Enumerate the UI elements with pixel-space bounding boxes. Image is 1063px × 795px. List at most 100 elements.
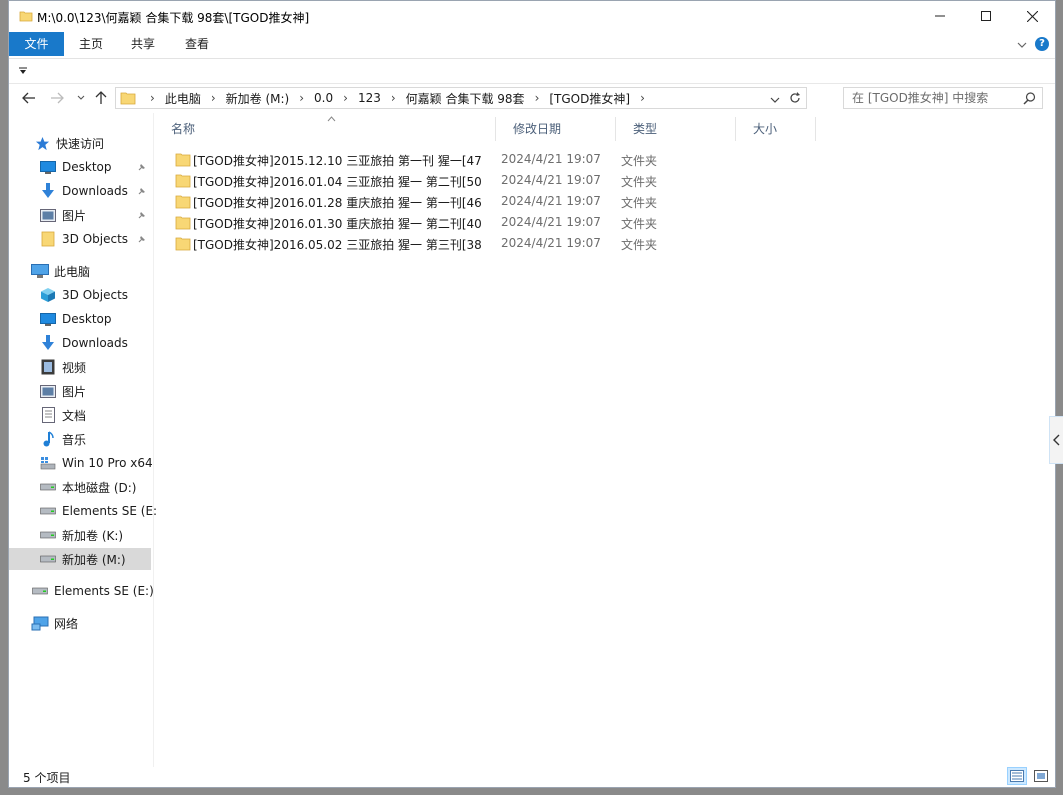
tab-file[interactable]: 文件 (9, 32, 64, 56)
chevron-right-icon[interactable]: › (211, 91, 216, 105)
nav-pc-drive-k[interactable]: 新加卷 (K:) (39, 524, 123, 546)
column-header-type[interactable]: 类型 (616, 117, 736, 141)
refresh-icon[interactable] (788, 91, 802, 108)
file-name[interactable]: [TGOD推女神]2015.12.10 三亚旅拍 第一刊 猩一[47... (193, 152, 483, 169)
chevron-right-icon[interactable]: › (299, 91, 304, 105)
address-bar[interactable]: › 此电脑 › 新加卷 (M:) › 0.0 › 123 › 何嘉颖 合集下载 … (115, 87, 807, 109)
nav-pc-drive-e[interactable]: Elements SE (E: (39, 500, 157, 522)
file-type: 文件夹 (621, 154, 658, 168)
maximize-button[interactable] (963, 1, 1009, 31)
nav-pc-documents[interactable]: 文档 (39, 404, 86, 426)
nav-label: 新加卷 (M:) (62, 552, 126, 567)
nav-label: 本地磁盘 (D:) (62, 480, 137, 495)
nav-pc-videos[interactable]: 视频 (39, 356, 86, 378)
downloads-icon (39, 335, 57, 351)
breadcrumb-this-pc[interactable]: 此电脑 (165, 90, 201, 107)
nav-this-pc[interactable]: 此电脑 (31, 260, 90, 282)
search-icon[interactable] (1023, 92, 1036, 108)
pin-icon[interactable] (137, 185, 147, 199)
file-name[interactable]: [TGOD推女神]2016.05.02 三亚旅拍 猩一 第三刊[38... (193, 236, 483, 253)
back-button[interactable] (21, 90, 37, 106)
chevron-right-icon[interactable]: › (640, 91, 645, 105)
nav-quick-pictures[interactable]: 图片 (39, 204, 86, 226)
pin-icon[interactable] (137, 233, 147, 247)
close-button[interactable] (1009, 1, 1055, 31)
chevron-right-icon[interactable]: › (343, 91, 348, 105)
pictures-icon (39, 207, 57, 223)
tab-view[interactable]: 查看 (175, 32, 219, 56)
preview-pane-toggle[interactable] (1049, 416, 1063, 464)
pin-icon[interactable] (137, 209, 147, 223)
nav-quick-downloads[interactable]: Downloads (39, 180, 128, 202)
file-row[interactable]: [TGOD推女神]2016.01.30 重庆旅拍 猩一 第二刊[40... 20… (154, 212, 1054, 233)
nav-pc-3d-objects[interactable]: 3D Objects (39, 284, 128, 306)
search-box[interactable] (843, 87, 1043, 109)
column-header-name[interactable]: 名称 (154, 117, 496, 141)
computer-icon (31, 263, 49, 279)
nav-label: 图片 (62, 208, 87, 223)
nav-pc-downloads[interactable]: Downloads (39, 332, 128, 354)
breadcrumb-123[interactable]: 123 (358, 91, 381, 105)
system-drive-icon (39, 455, 57, 471)
up-button[interactable] (93, 90, 109, 106)
navigation-bar: › 此电脑 › 新加卷 (M:) › 0.0 › 123 › 何嘉颖 合集下载 … (9, 83, 1055, 111)
nav-label: 视频 (62, 360, 87, 375)
details-view-button[interactable] (1007, 767, 1027, 785)
downloads-icon (39, 183, 57, 199)
search-input[interactable] (852, 88, 1022, 108)
expand-ribbon-icon[interactable] (1017, 38, 1027, 52)
file-name[interactable]: [TGOD推女神]2016.01.30 重庆旅拍 猩一 第二刊[40... (193, 215, 483, 232)
column-header-size[interactable]: 大小 (736, 117, 816, 141)
breadcrumb-drive-m[interactable]: 新加卷 (M:) (226, 90, 290, 107)
file-row[interactable]: [TGOD推女神]2015.12.10 三亚旅拍 第一刊 猩一[47... 20… (154, 149, 1054, 170)
nav-network[interactable]: 网络 (31, 612, 78, 634)
folder-icon (175, 215, 191, 233)
nav-quick-desktop[interactable]: Desktop (39, 156, 112, 178)
pin-icon[interactable] (137, 161, 147, 175)
breadcrumb-current[interactable]: [TGOD推女神] (549, 90, 630, 107)
breadcrumb: › 此电脑 › 新加卷 (M:) › 0.0 › 123 › 何嘉颖 合集下载 … (140, 88, 655, 108)
nav-pc-drive-m[interactable]: 新加卷 (M:) (9, 548, 151, 570)
nav-label: Downloads (62, 184, 128, 198)
file-row[interactable]: [TGOD推女神]2016.01.04 三亚旅拍 猩一 第二刊[50... 20… (154, 170, 1054, 191)
nav-label: Downloads (62, 336, 128, 350)
nav-label: 网络 (54, 616, 79, 631)
column-header-date[interactable]: 修改日期 (496, 117, 616, 141)
chevron-right-icon[interactable]: › (391, 91, 396, 105)
recent-locations-button[interactable] (73, 90, 89, 106)
address-dropdown-icon[interactable] (770, 93, 780, 107)
customize-toolbar-icon[interactable] (19, 64, 27, 78)
nav-quick-access[interactable]: 快速访问 (33, 132, 104, 154)
file-type: 文件夹 (621, 196, 658, 210)
folder-icon (175, 173, 191, 191)
large-icons-view-button[interactable] (1031, 767, 1051, 785)
tab-share[interactable]: 共享 (121, 32, 165, 56)
forward-button[interactable] (49, 90, 65, 106)
tab-home[interactable]: 主页 (69, 32, 113, 56)
nav-pc-pictures[interactable]: 图片 (39, 380, 86, 402)
chevron-right-icon[interactable]: › (535, 91, 540, 105)
minimize-button[interactable] (917, 1, 963, 31)
file-type: 文件夹 (621, 175, 658, 189)
nav-pc-desktop[interactable]: Desktop (39, 308, 112, 330)
nav-pc-music[interactable]: 音乐 (39, 428, 86, 450)
breadcrumb-collection[interactable]: 何嘉颖 合集下载 98套 (406, 90, 525, 107)
file-date: 2024/4/21 19:07 (501, 194, 601, 208)
nav-label: Elements SE (E: (62, 504, 158, 518)
quick-access-toolbar (9, 58, 1055, 80)
nav-label: 快速访问 (56, 136, 105, 151)
nav-elements-se[interactable]: Elements SE (E:) (31, 580, 154, 602)
videos-icon (39, 359, 57, 375)
file-row[interactable]: [TGOD推女神]2016.01.28 重庆旅拍 猩一 第一刊[46... 20… (154, 191, 1054, 212)
file-name[interactable]: [TGOD推女神]2016.01.28 重庆旅拍 猩一 第一刊[46... (193, 194, 483, 211)
nav-quick-3d-objects[interactable]: 3D Objects (39, 228, 128, 250)
help-button[interactable]: ? (1035, 37, 1049, 51)
file-row[interactable]: [TGOD推女神]2016.05.02 三亚旅拍 猩一 第三刊[38... 20… (154, 233, 1054, 254)
file-name[interactable]: [TGOD推女神]2016.01.04 三亚旅拍 猩一 第二刊[50... (193, 173, 483, 190)
nav-label: Elements SE (E:) (54, 584, 154, 598)
nav-pc-system-drive[interactable]: Win 10 Pro x64 (39, 452, 153, 474)
drive-icon (31, 583, 49, 599)
nav-label: Desktop (62, 312, 112, 326)
breadcrumb-0-0[interactable]: 0.0 (314, 91, 333, 105)
nav-pc-drive-d[interactable]: 本地磁盘 (D:) (39, 476, 136, 498)
